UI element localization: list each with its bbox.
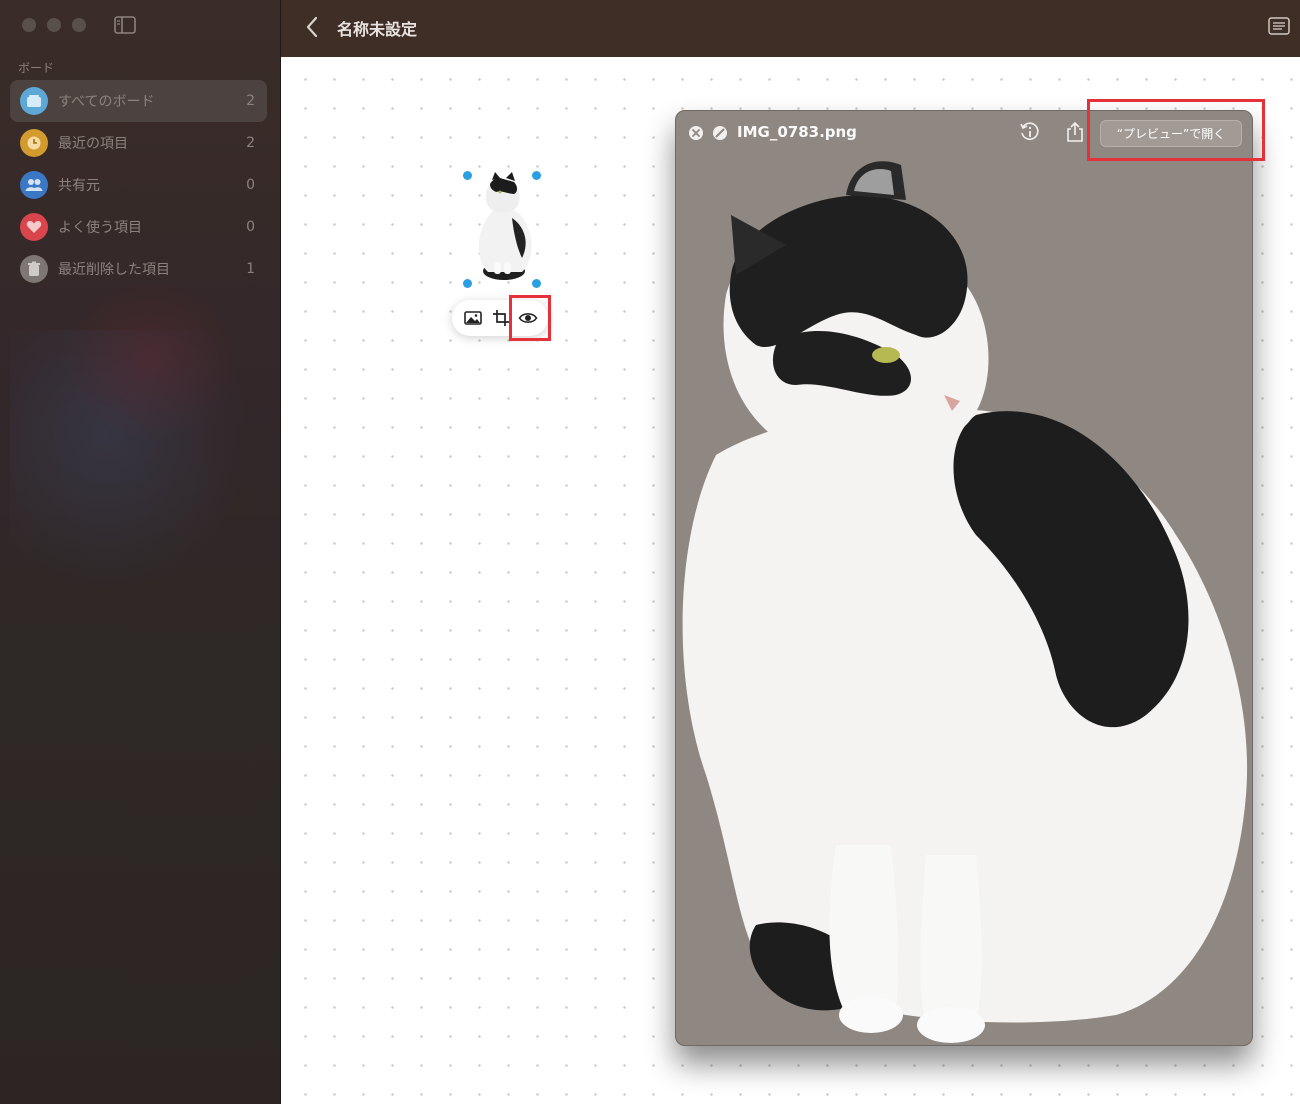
sidebar-item-label: 最近削除した項目 (58, 262, 170, 278)
board-list: すべてのボード 2 最近の項目 2 共有元 0 よく使う項目 0 最近削除した項… (10, 80, 267, 290)
sidebar-item-count: 2 (246, 135, 255, 151)
quicklook-window: IMG_0783.png “プレビュー”で開く (675, 110, 1253, 1046)
cat-image-thumbnail[interactable] (462, 170, 542, 288)
selection-handle[interactable] (532, 171, 541, 180)
sidebar-item-count: 0 (246, 177, 255, 193)
sidebar-toggle-icon[interactable] (114, 16, 136, 34)
sidebar-backdrop-accent (60, 280, 240, 440)
clock-icon (20, 129, 48, 157)
sidebar-item-shared[interactable]: 共有元 0 (10, 164, 267, 206)
boards-icon (20, 87, 48, 115)
sidebar-item-label: 最近の項目 (58, 136, 128, 152)
sidebar-item-recents[interactable]: 最近の項目 2 (10, 122, 267, 164)
crop-icon[interactable] (491, 308, 511, 328)
share-icon[interactable] (1065, 121, 1085, 143)
trash-icon (20, 255, 48, 283)
close-window-button[interactable] (22, 18, 36, 32)
close-icon[interactable] (688, 125, 704, 141)
inspector-icon[interactable] (1268, 16, 1290, 36)
sidebar-item-label: よく使う項目 (58, 220, 142, 236)
window-controls (22, 18, 86, 32)
selection-handle[interactable] (463, 171, 472, 180)
selection-handle[interactable] (532, 279, 541, 288)
section-label-boards: ボード (18, 61, 55, 75)
image-icon[interactable] (463, 308, 483, 328)
info-history-icon[interactable] (1018, 121, 1040, 143)
sidebar-item-label: 共有元 (58, 178, 100, 194)
sidebar-item-count: 1 (246, 261, 255, 277)
minimize-window-button[interactable] (47, 18, 61, 32)
highlight-box-open-preview (1087, 99, 1265, 161)
zoom-window-button[interactable] (72, 18, 86, 32)
back-chevron-icon[interactable] (303, 14, 323, 40)
people-icon (20, 171, 48, 199)
sidebar-item-favorites[interactable]: よく使う項目 0 (10, 206, 267, 248)
selection-handle[interactable] (463, 279, 472, 288)
sidebar: ボード すべてのボード 2 最近の項目 2 共有元 0 よく使う項目 0 最近削… (0, 0, 281, 1104)
toolbar: 名称未設定 (281, 0, 1300, 57)
markup-disabled-icon[interactable] (712, 125, 728, 141)
sidebar-item-count: 2 (246, 93, 255, 109)
quicklook-filename: IMG_0783.png (737, 123, 857, 141)
board-title[interactable]: 名称未設定 (337, 16, 417, 40)
sidebar-item-label: すべてのボード (58, 94, 155, 110)
heart-icon (20, 213, 48, 241)
cat-preview-image (682, 161, 1248, 1043)
sidebar-item-recently-deleted[interactable]: 最近削除した項目 1 (10, 248, 267, 290)
sidebar-item-count: 0 (246, 219, 255, 235)
highlight-box-eye (509, 295, 551, 341)
sidebar-item-all-boards[interactable]: すべてのボード 2 (10, 80, 267, 122)
